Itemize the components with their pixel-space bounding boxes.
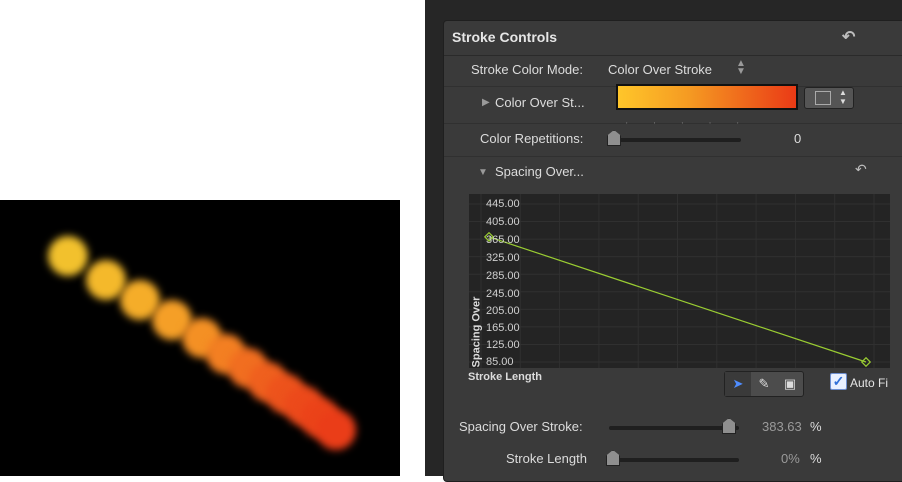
color-over-stroke-label: Color Over St... [495,95,585,110]
stroke-length-row: Stroke Length 0% % [444,443,902,475]
reset-arrow-icon[interactable]: ↶ [842,27,855,47]
stroke-dot [316,410,356,450]
spacing-over-stroke-unit: % [810,419,822,434]
stroke-controls-group: Stroke Controls ↶ Stroke Color Mode: Col… [443,20,902,482]
stroke-length-slider[interactable] [609,458,739,462]
slider-ticks: ' ' ' ' ' [626,121,751,130]
y-tick-label: 245.00 [486,288,520,300]
stroke-controls-title: Stroke Controls [452,29,558,45]
x-axis-label: Stroke Length [468,371,542,383]
y-tick-label: 125.00 [486,339,520,351]
popup-stepper-icon: ▲ ▼ [839,88,847,106]
auto-fit-label: Auto Fi [850,376,889,390]
auto-fit-checkbox[interactable]: ✓ [830,373,847,390]
stroke-color-mode-label: Stroke Color Mode: [471,62,583,77]
stroke-controls-header[interactable]: Stroke Controls ↶ [444,21,902,56]
popup-stepper-icon[interactable]: ▲ ▼ [736,59,746,77]
y-tick-label: 205.00 [486,305,520,317]
y-tick-label: 405.00 [486,216,520,228]
y-tick-label: 165.00 [486,322,520,334]
spacing-over-label: Spacing Over... [495,164,584,179]
spacing-over-stroke-value[interactable]: 383.63 [762,419,802,434]
keyframe-curve-graph[interactable]: 445.00 405.00 365.00 325.00 285.00 245.0… [469,194,890,368]
spacing-over-stroke-label: Spacing Over Stroke: [459,419,583,434]
curve-graph-svg [469,194,890,368]
disclosure-triangle-open-icon[interactable]: ▼ [478,167,488,178]
stroke-color-mode-row: Stroke Color Mode: Color Over Stroke ▲ ▼ [444,56,902,87]
select-arrow-icon[interactable]: ➤ [725,372,751,396]
color-repetitions-label: Color Repetitions: [480,131,584,146]
gradient-preset-button[interactable]: ▲ ▼ [804,87,854,109]
spacing-over-stroke-slider-thumb[interactable] [722,418,736,434]
frame-icon[interactable]: ▣ [777,372,803,396]
y-tick-label: 365.00 [486,234,520,246]
stroke-length-slider-thumb[interactable] [606,450,620,466]
inspector-panel: Stroke Controls ↶ Stroke Color Mode: Col… [425,0,902,482]
stroke-dot [48,236,88,276]
color-gradient-well[interactable] [616,84,798,110]
canvas-preview [0,200,400,476]
spacing-over-stroke-row: Spacing Over Stroke: 383.63 % [444,411,902,443]
color-repetitions-slider-thumb[interactable] [607,130,621,146]
stroke-length-unit: % [810,451,822,466]
color-repetitions-row: Color Repetitions: ' ' ' ' ' 0 [444,121,902,157]
stroke-length-label: Stroke Length [506,451,587,466]
y-tick-label: 85.00 [486,356,514,368]
reset-arrow-icon[interactable]: ↶ [855,161,867,178]
curve-tool-group: ➤ ✎ ▣ [724,371,804,397]
spacing-over-row: ▼ Spacing Over... ↶ [444,157,902,189]
graph-grid [469,194,890,368]
color-repetitions-slider[interactable] [609,138,741,142]
y-tick-label: 445.00 [486,198,520,210]
stroke-color-mode-popup[interactable]: Color Over Stroke [608,62,712,77]
y-tick-label: 325.00 [486,252,520,264]
y-axis-label: Spacing Over [470,296,483,368]
y-tick-label: 285.00 [486,270,520,282]
gradient-preset-icon [815,91,831,105]
stroke-length-value[interactable]: 0% [781,451,800,466]
spacing-over-stroke-slider[interactable] [609,426,739,430]
color-repetitions-value[interactable]: 0 [794,131,801,146]
pencil-icon[interactable]: ✎ [751,372,777,396]
disclosure-triangle-icon[interactable]: ▶ [482,97,490,108]
